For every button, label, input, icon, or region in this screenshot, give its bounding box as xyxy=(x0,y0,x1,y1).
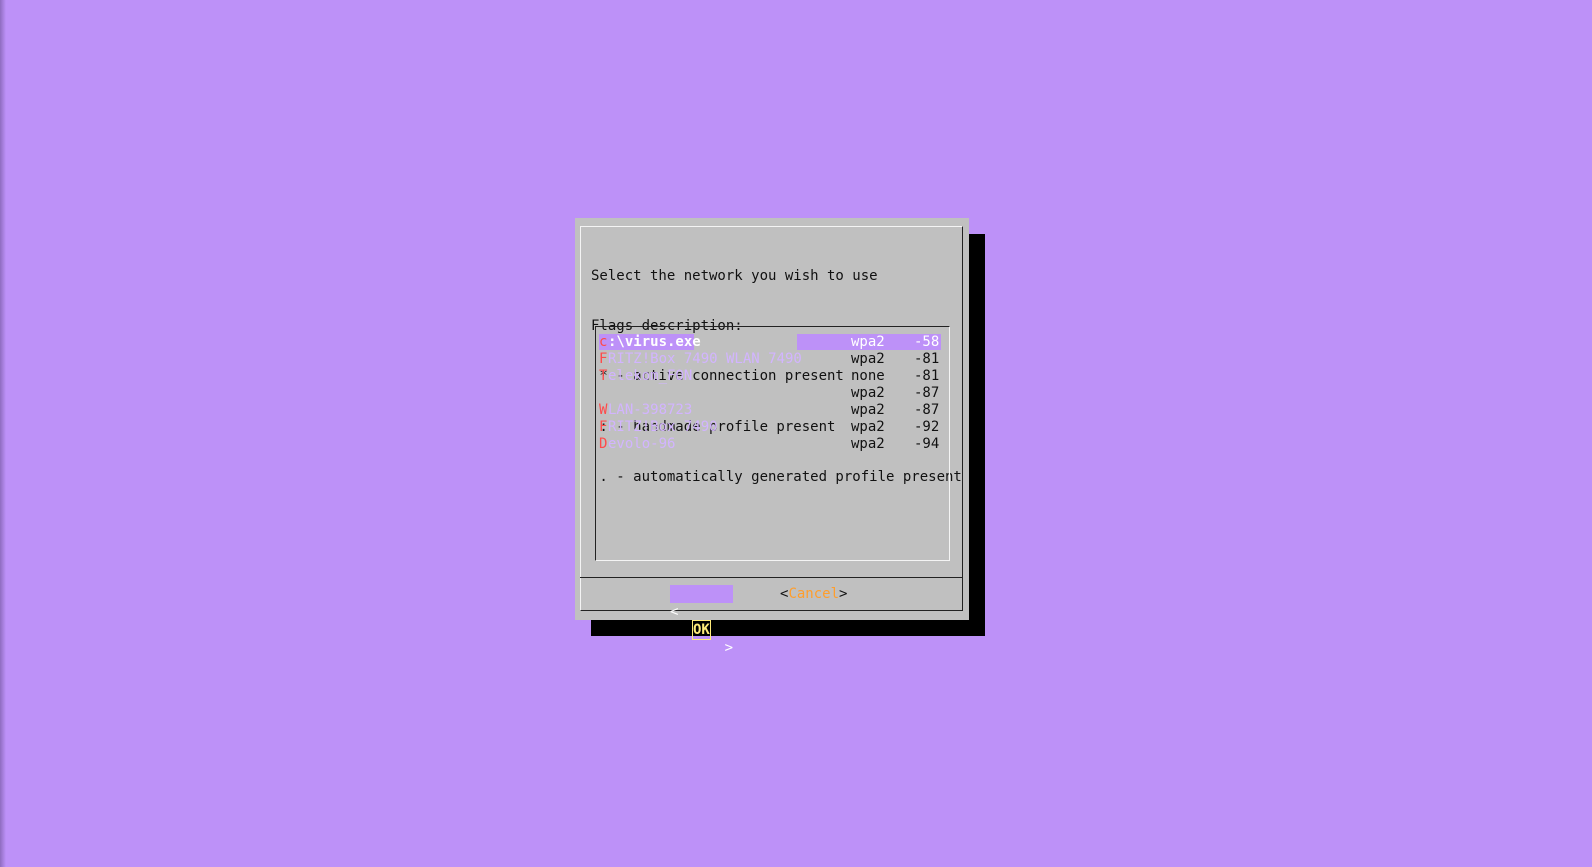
network-row[interactable]: T elekom_FON none -81 xyxy=(599,368,941,384)
network-security: wpa2 xyxy=(851,436,885,452)
network-signal: -58 xyxy=(914,334,940,350)
network-security: wpa2 xyxy=(851,402,885,418)
network-ssid: LAN-398723 xyxy=(608,402,693,418)
network-security: wpa2 xyxy=(851,351,885,367)
screen-edge xyxy=(0,0,6,867)
network-row[interactable]: c :\virus.exe wpa2 -58 xyxy=(599,334,941,350)
button-separator xyxy=(580,577,963,578)
ok-button[interactable]: < OK > xyxy=(670,585,733,656)
cancel-bracket-right: > xyxy=(839,586,848,602)
network-ssid: RITZ!Box 7490 WLAN 7490 xyxy=(608,351,802,367)
network-signal: -87 xyxy=(914,402,940,418)
ok-bracket-left: < xyxy=(670,604,679,620)
network-flag: T xyxy=(599,368,608,384)
network-row[interactable]: wpa2 -87 xyxy=(599,385,941,401)
network-signal: -81 xyxy=(914,368,940,384)
network-ssid: evolo-96 xyxy=(608,436,676,452)
network-list[interactable]: c :\virus.exe wpa2 -58 F RITZ!Box 7490 W… xyxy=(595,326,950,561)
network-flag: c xyxy=(599,334,608,350)
network-ssid: elekom_FON xyxy=(608,368,693,384)
network-signal: -94 xyxy=(914,436,940,452)
network-flag: W xyxy=(599,402,608,418)
network-flag: D xyxy=(599,436,608,452)
ok-label: OK xyxy=(692,620,711,640)
network-signal: -81 xyxy=(914,351,940,367)
network-row[interactable]: D evolo-96 wpa2 -94 xyxy=(599,436,941,452)
network-flag: F xyxy=(599,351,608,367)
prompt-title: Select the network you wish to use xyxy=(591,267,878,284)
network-select-dialog: Select the network you wish to use Flags… xyxy=(575,218,969,656)
network-flag: F xyxy=(599,419,608,435)
cancel-label: Cancel xyxy=(788,586,840,602)
network-ssid: RITZ!Box 7490 xyxy=(608,419,718,435)
network-ssid: :\virus.exe xyxy=(608,334,701,350)
network-security: none xyxy=(851,368,885,384)
ok-bracket-right: > xyxy=(724,640,733,656)
network-row[interactable]: W LAN-398723 wpa2 -87 xyxy=(599,402,941,418)
network-security: wpa2 xyxy=(851,419,885,435)
network-signal: -92 xyxy=(914,419,940,435)
network-row[interactable]: F RITZ!Box 7490 WLAN 7490 wpa2 -81 xyxy=(599,351,941,367)
cancel-button[interactable]: <Cancel> xyxy=(780,585,847,603)
network-security: wpa2 xyxy=(851,385,885,401)
network-signal: -87 xyxy=(914,385,940,401)
network-row[interactable]: F RITZ!Box 7490 wpa2 -92 xyxy=(599,419,941,435)
network-security: wpa2 xyxy=(851,334,885,350)
